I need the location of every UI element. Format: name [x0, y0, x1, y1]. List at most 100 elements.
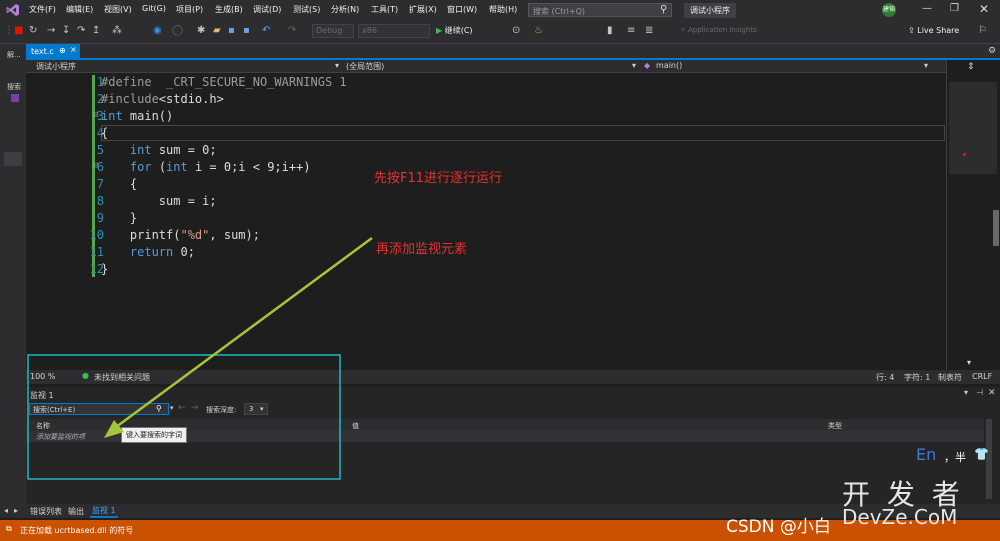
- tab-error-list[interactable]: 错误列表: [30, 506, 62, 517]
- code-line[interactable]: {: [101, 126, 108, 140]
- function-dropdown[interactable]: ◆ main() ▾: [644, 61, 934, 72]
- zoom-level[interactable]: 100 %: [30, 372, 55, 381]
- split-icon[interactable]: ▾: [967, 358, 971, 367]
- avatar-initials: 建韬: [882, 6, 895, 13]
- panel-close-icon[interactable]: ✕: [988, 388, 996, 398]
- comment-icon[interactable]: ≡: [627, 26, 635, 36]
- forward-icon[interactable]: ◯: [172, 26, 183, 36]
- column-header-type[interactable]: 类型: [828, 421, 842, 431]
- menu-item-8[interactable]: 分析(N): [331, 4, 359, 15]
- scrollbar-thumb[interactable]: [993, 210, 999, 246]
- column-header-name[interactable]: 名称: [36, 421, 50, 431]
- search-options-chevron-icon[interactable]: ▾: [170, 404, 174, 412]
- step-into-icon[interactable]: ↧: [62, 26, 70, 36]
- camera-icon[interactable]: ⊙: [512, 26, 520, 36]
- minimize-button[interactable]: —: [922, 3, 932, 14]
- menu-item-3[interactable]: Git(G): [142, 4, 166, 13]
- minimap[interactable]: ⇕ ▾: [946, 60, 1000, 370]
- maximize-button[interactable]: ❐: [950, 3, 959, 14]
- hot-reload-icon[interactable]: ♨: [534, 26, 543, 36]
- search-next-icon[interactable]: →: [191, 403, 199, 413]
- search-tab[interactable]: 搜索: [7, 82, 21, 92]
- config-select[interactable]: Debug: [312, 24, 354, 38]
- menu-item-2[interactable]: 视图(V): [104, 4, 132, 15]
- column-header-value[interactable]: 值: [352, 421, 359, 431]
- search-icon[interactable]: ⚲: [156, 404, 162, 413]
- menu-item-0[interactable]: 文件(F): [29, 4, 56, 15]
- cursor-column: 字符: 1: [904, 373, 931, 382]
- open-folder-icon[interactable]: ▰: [213, 26, 221, 36]
- code-line[interactable]: printf("%d", sum);: [101, 228, 260, 242]
- code-line[interactable]: }: [101, 262, 108, 276]
- depth-select[interactable]: 3 ▾: [244, 403, 268, 415]
- code-line[interactable]: int main(): [101, 109, 173, 123]
- menu-item-9[interactable]: 工具(T): [371, 4, 398, 15]
- menu-item-10[interactable]: 扩展(X): [409, 4, 437, 15]
- settings-gear-icon[interactable]: ⚙: [988, 46, 996, 56]
- issues-label[interactable]: 未找到相关问题: [94, 372, 150, 383]
- new-project-icon[interactable]: ✱: [197, 26, 205, 36]
- step-over-icon[interactable]: ↷: [77, 26, 85, 36]
- minimap-breakpoint-icon: [963, 153, 966, 156]
- code-line[interactable]: }: [101, 211, 137, 225]
- save-all-icon[interactable]: ▪: [243, 26, 250, 36]
- project-dropdown[interactable]: 调试小程序 ▾: [30, 61, 345, 72]
- watch-search-input[interactable]: 搜索(Ctrl+E) ⚲: [29, 403, 169, 415]
- feedback-icon[interactable]: ⚐: [978, 26, 987, 36]
- continue-button[interactable]: ▶ 继续(C): [436, 25, 473, 36]
- menu-item-11[interactable]: 窗口(W): [447, 4, 477, 15]
- back-icon[interactable]: ◉: [153, 26, 162, 36]
- code-line[interactable]: return 0;: [101, 245, 195, 259]
- function-label: main(): [656, 61, 683, 70]
- save-icon[interactable]: ▪: [228, 26, 235, 36]
- code-line[interactable]: #define _CRT_SECURE_NO_WARNINGS 1: [101, 75, 347, 89]
- pin-icon[interactable]: ⊕: [59, 46, 66, 55]
- minimap-toggle-icon[interactable]: ⇕: [967, 62, 975, 72]
- add-watch-placeholder[interactable]: 添加要监视的项: [36, 432, 85, 442]
- redo-icon[interactable]: ↷: [288, 26, 296, 36]
- tab-output[interactable]: 输出: [68, 506, 84, 517]
- scroll-left-icon[interactable]: ◂: [4, 506, 8, 515]
- code-line[interactable]: int sum = 0;: [101, 143, 217, 157]
- tab-watch-1[interactable]: 监视 1: [90, 505, 118, 518]
- step-out-icon[interactable]: ↥: [92, 26, 100, 36]
- menu-item-5[interactable]: 生成(B): [215, 4, 243, 15]
- app-insights[interactable]: ✧ Application Insights: [680, 26, 757, 34]
- menu-item-7[interactable]: 测试(S): [293, 4, 320, 15]
- menu-item-1[interactable]: 编辑(E): [66, 4, 93, 15]
- avatar[interactable]: 建韬: [882, 3, 896, 17]
- stop-icon[interactable]: ■: [14, 26, 23, 36]
- minimap-viewport[interactable]: [949, 82, 997, 174]
- left-tool-strip: 解... 搜索 ➡: [0, 44, 38, 504]
- search-prev-icon[interactable]: ←: [178, 403, 186, 413]
- indent-mode[interactable]: 制表符: [938, 372, 962, 383]
- hex-icon[interactable]: ⁂: [112, 26, 122, 36]
- menu-item-4[interactable]: 项目(P): [176, 4, 203, 15]
- scroll-right-icon[interactable]: ▸: [14, 506, 18, 515]
- code-line[interactable]: sum = i;: [101, 194, 217, 208]
- line-endings[interactable]: CRLF: [972, 372, 992, 381]
- scope-dropdown[interactable]: (全局范围) ▾: [346, 61, 641, 72]
- undo-icon[interactable]: ↶: [262, 26, 270, 36]
- search-icon[interactable]: ⚲: [660, 4, 667, 15]
- menu-item-12[interactable]: 帮助(H): [489, 4, 517, 15]
- uncomment-icon[interactable]: ≣: [645, 26, 653, 36]
- code-line[interactable]: {: [101, 177, 137, 191]
- live-share-button[interactable]: ⇪ Live Share: [908, 26, 959, 35]
- bookmark-icon[interactable]: ▮: [607, 26, 613, 36]
- solution-explorer-tab[interactable]: 解...: [7, 50, 21, 60]
- close-button[interactable]: ✕: [979, 2, 989, 16]
- show-next-statement-icon[interactable]: →: [47, 26, 55, 36]
- platform-select[interactable]: x86: [358, 24, 430, 38]
- ime-language: En: [916, 445, 937, 464]
- code-editor[interactable]: ⊟ ⊟ 先按F11进行逐行运行 再添加监视元素 1 #define _CRT_SE…: [26, 73, 946, 369]
- panel-menu-icon[interactable]: ▾: [964, 388, 968, 397]
- close-icon[interactable]: ×: [70, 45, 77, 54]
- restart-icon[interactable]: ↻: [29, 26, 37, 36]
- menu-item-6[interactable]: 调试(D): [253, 4, 281, 15]
- annotation-text-1: 先按F11进行逐行运行: [374, 171, 503, 186]
- panel-pin-icon[interactable]: ⊣: [976, 388, 983, 397]
- search-input[interactable]: 搜索 (Ctrl+Q): [528, 3, 672, 17]
- code-line[interactable]: #include<stdio.h>: [101, 92, 224, 106]
- code-line[interactable]: for (int i = 0;i < 9;i++): [101, 160, 311, 174]
